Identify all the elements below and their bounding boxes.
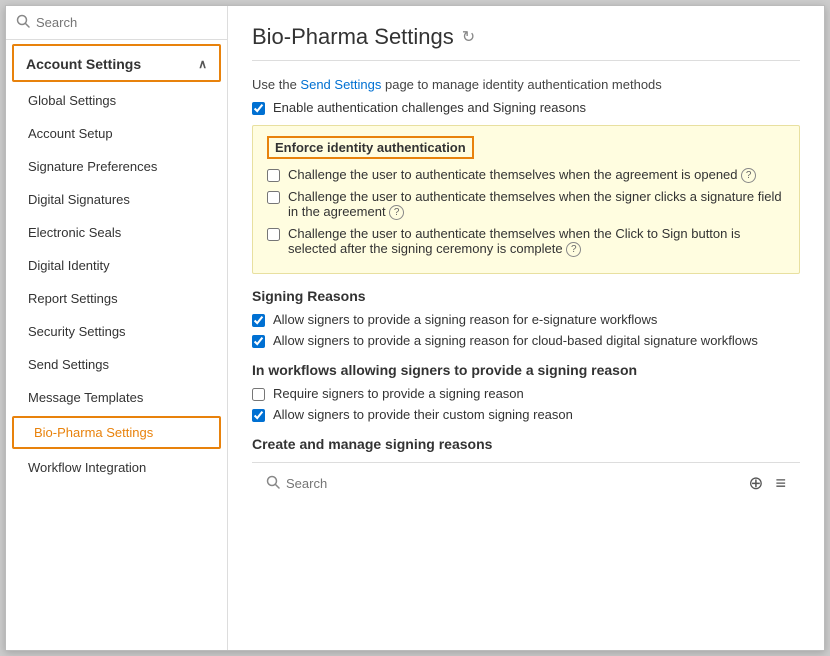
page-title-text: Bio-Pharma Settings [252,24,454,50]
search-bar[interactable] [6,6,227,40]
sidebar-item-workflow-integration[interactable]: Workflow Integration [6,451,227,484]
signing-reason-label-1: Allow signers to provide a signing reaso… [273,333,758,348]
sidebar: Account Settings ∧ Global SettingsAccoun… [6,6,228,650]
send-settings-link[interactable]: Send Settings [300,77,381,92]
signing-reason-row-1: Allow signers to provide a signing reaso… [252,333,800,348]
enforce-checkboxes-list: Challenge the user to authenticate thems… [267,167,785,257]
refresh-icon[interactable]: ↻ [462,27,475,47]
enable-auth-checkbox[interactable] [252,102,265,115]
enforce-checkbox-label-1: Challenge the user to authenticate thems… [288,189,785,220]
in-workflow-label-0: Require signers to provide a signing rea… [273,386,524,401]
bottom-actions: ⊕ ≡ [748,473,786,494]
enforce-checkbox-label-0: Challenge the user to authenticate thems… [288,167,756,183]
chevron-up-icon: ∧ [198,57,207,71]
enable-auth-row: Enable authentication challenges and Sig… [252,100,800,115]
help-icon-0[interactable]: ? [741,168,756,183]
in-workflows-list: Require signers to provide a signing rea… [252,386,800,422]
help-icon-1[interactable]: ? [389,205,404,220]
in-workflow-checkbox-0[interactable] [252,388,265,401]
sidebar-items-list: Global SettingsAccount SetupSignature Pr… [6,84,227,484]
sidebar-section-account-settings: Account Settings ∧ Global SettingsAccoun… [6,40,227,484]
sidebar-item-digital-signatures[interactable]: Digital Signatures [6,183,227,216]
enforce-checkbox-label-2: Challenge the user to authenticate thems… [288,226,785,257]
add-icon[interactable]: ⊕ [748,473,763,494]
sidebar-item-security-settings[interactable]: Security Settings [6,315,227,348]
enforce-checkbox-0[interactable] [267,169,280,182]
sidebar-item-report-settings[interactable]: Report Settings [6,282,227,315]
search-icon [16,14,30,31]
enforce-checkbox-row-1: Challenge the user to authenticate thems… [267,189,785,220]
signing-reason-checkbox-0[interactable] [252,314,265,327]
signing-reason-checkbox-1[interactable] [252,335,265,348]
signing-reasons-title: Signing Reasons [252,288,800,304]
account-settings-label: Account Settings [26,56,141,72]
in-workflow-checkbox-1[interactable] [252,409,265,422]
signing-reason-label-0: Allow signers to provide a signing reaso… [273,312,657,327]
description-prefix: Use the [252,77,300,92]
in-workflow-row-0: Require signers to provide a signing rea… [252,386,800,401]
page-title-bar: Bio-Pharma Settings ↻ [252,24,800,61]
menu-icon[interactable]: ≡ [775,473,786,494]
sidebar-item-signature-preferences[interactable]: Signature Preferences [6,150,227,183]
in-workflow-label-1: Allow signers to provide their custom si… [273,407,573,422]
bottom-bar: ⊕ ≡ [252,462,800,504]
enable-auth-label: Enable authentication challenges and Sig… [273,100,586,115]
in-workflows-title: In workflows allowing signers to provide… [252,362,800,378]
account-settings-header[interactable]: Account Settings ∧ [12,44,221,82]
bottom-search-area[interactable] [266,475,462,492]
sidebar-item-account-setup[interactable]: Account Setup [6,117,227,150]
bottom-search-icon [266,475,280,492]
main-content: Bio-Pharma Settings ↻ Use the Send Setti… [228,6,824,650]
sidebar-item-electronic-seals[interactable]: Electronic Seals [6,216,227,249]
search-input[interactable] [36,15,217,30]
signing-reasons-list: Allow signers to provide a signing reaso… [252,312,800,348]
sidebar-item-bio-pharma-settings[interactable]: Bio-Pharma Settings [12,416,221,449]
in-workflow-row-1: Allow signers to provide their custom si… [252,407,800,422]
sidebar-item-global-settings[interactable]: Global Settings [6,84,227,117]
enforce-identity-box: Enforce identity authentication Challeng… [252,125,800,274]
enforce-checkbox-2[interactable] [267,228,280,241]
bottom-search-input[interactable] [286,476,462,491]
enforce-identity-header: Enforce identity authentication [267,136,474,159]
sidebar-item-message-templates[interactable]: Message Templates [6,381,227,414]
sidebar-item-send-settings[interactable]: Send Settings [6,348,227,381]
main-window: Account Settings ∧ Global SettingsAccoun… [5,5,825,651]
description-text: Use the Send Settings page to manage ide… [252,77,800,92]
layout: Account Settings ∧ Global SettingsAccoun… [6,6,824,650]
enforce-checkbox-1[interactable] [267,191,280,204]
description-suffix: page to manage identity authentication m… [381,77,661,92]
help-icon-2[interactable]: ? [566,242,581,257]
enforce-checkbox-row-0: Challenge the user to authenticate thems… [267,167,785,183]
signing-reason-row-0: Allow signers to provide a signing reaso… [252,312,800,327]
enforce-checkbox-row-2: Challenge the user to authenticate thems… [267,226,785,257]
sidebar-item-digital-identity[interactable]: Digital Identity [6,249,227,282]
create-manage-title: Create and manage signing reasons [252,436,800,452]
